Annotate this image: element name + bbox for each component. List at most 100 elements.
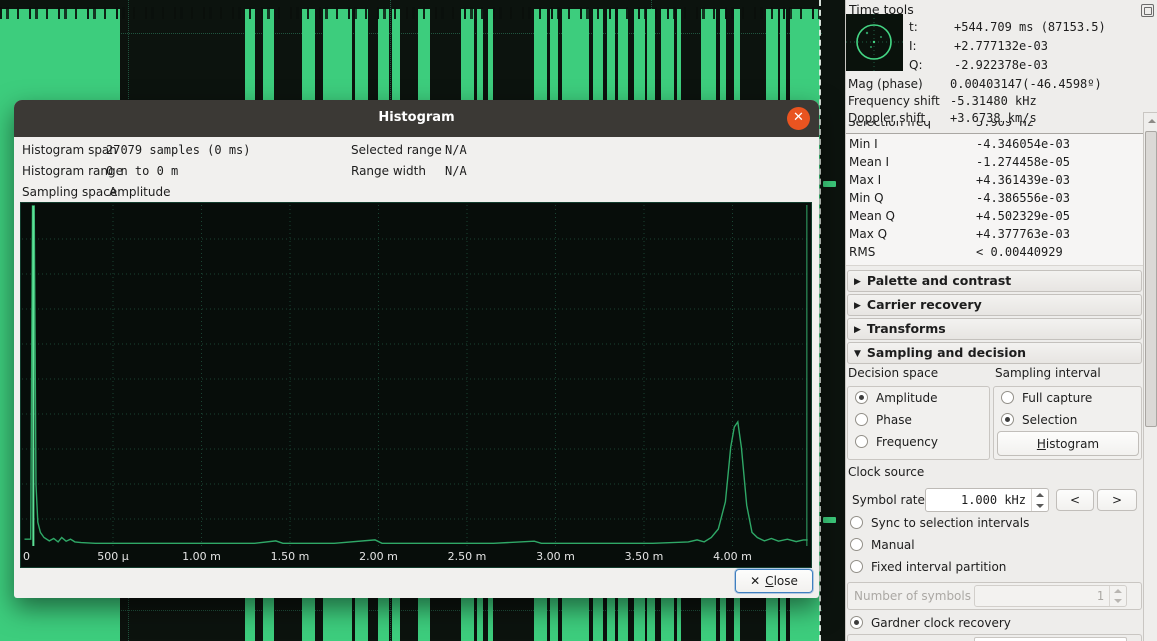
dialog-title: Histogram [14, 110, 819, 125]
sampling-space-value: Amplitude [109, 185, 171, 199]
section-carrier-recovery[interactable]: ▶ Carrier recovery [847, 294, 1142, 316]
selected-range-label: Selected range [351, 143, 442, 157]
histogram-span-label: Histogram span [22, 143, 117, 157]
section-sampling-and-decision[interactable]: ▼ Sampling and decision [847, 342, 1142, 364]
close-button[interactable]: ✕ Close [735, 569, 813, 593]
min-i-label: Min I [849, 137, 878, 151]
waveform-gridline [0, 33, 822, 34]
range-width-value: N/A [445, 164, 467, 178]
radio-label: Frequency [876, 435, 938, 449]
clock-source-label: Clock source [848, 465, 924, 479]
mean-q-value: +4.502329e-05 [976, 209, 1070, 223]
section-label: Sampling and decision [867, 345, 1026, 360]
x-tick-label: 3.50 m [614, 550, 674, 563]
min-q-value: -4.386556e-03 [976, 191, 1070, 205]
selection-marker [823, 181, 836, 187]
max-q-label: Max Q [849, 227, 887, 241]
section-label: Palette and contrast [867, 273, 1011, 288]
chevron-right-icon: ▶ [854, 301, 861, 311]
min-i-value: -4.346054e-03 [976, 137, 1070, 151]
t-label: t: [909, 20, 918, 34]
spinner-arrows[interactable] [1031, 489, 1048, 511]
selected-range-value: N/A [445, 143, 467, 157]
spin-down-icon [1032, 500, 1048, 511]
section-label: Transforms [867, 321, 946, 336]
scroll-up-icon[interactable] [1145, 114, 1157, 128]
radio-manual[interactable]: Manual [850, 538, 915, 556]
selection-freq-label: Selection freq [848, 121, 931, 129]
histogram-span-value: 27079 samples (0 ms) [106, 143, 251, 157]
histogram-dialog: Histogram ✕ Histogram span 27079 samples… [14, 100, 819, 598]
radio-selected-icon [855, 391, 868, 404]
section-label: Carrier recovery [867, 297, 982, 312]
x-tick-label: 1.00 m [172, 550, 232, 563]
dialog-titlebar[interactable]: Histogram ✕ [14, 100, 819, 137]
histogram-button[interactable]: Histogram [997, 431, 1139, 456]
mean-i-value: -1.274458e-05 [976, 155, 1070, 169]
chevron-down-icon: ▼ [854, 349, 861, 359]
radio-sync-selection-intervals[interactable]: Sync to selection intervals [850, 516, 1029, 534]
x-tick-label: 2.50 m [437, 550, 497, 563]
scrollbar-thumb[interactable] [1145, 131, 1157, 427]
max-i-label: Max I [849, 173, 881, 187]
range-width-label: Range width [351, 164, 426, 178]
decision-space-label: Decision space [848, 366, 938, 380]
radio-fixed-interval-partition[interactable]: Fixed interval partition [850, 560, 1006, 578]
x-tick-label: 4.00 m [703, 550, 763, 563]
radio-label: Amplitude [876, 391, 938, 405]
mean-i-label: Mean I [849, 155, 889, 169]
float-panel-icon[interactable] [1141, 4, 1154, 17]
histogram-plot[interactable]: 0500 µ1.00 m1.50 m2.00 m2.50 m3.00 m3.50… [20, 202, 812, 568]
mag-phase-label: Mag (phase) [848, 77, 923, 91]
close-x-icon: ✕ [750, 574, 760, 588]
radio-label: Full capture [1022, 391, 1092, 405]
t-value: +544.709 ms (87153.5) [954, 20, 1106, 34]
symbol-rate-prev-button[interactable]: < [1056, 489, 1094, 511]
x-tick-label: 500 µ [83, 550, 143, 563]
waveform-noise [0, 7, 822, 19]
mean-q-label: Mean Q [849, 209, 895, 223]
radio-amplitude[interactable]: Amplitude [855, 391, 938, 409]
radio-label: Selection [1022, 413, 1077, 427]
q-value: -2.922378e-03 [954, 58, 1048, 72]
max-i-value: +4.361439e-03 [976, 173, 1070, 187]
sampling-space-label: Sampling space [22, 185, 117, 199]
rms-label: RMS [849, 245, 875, 259]
i-label: I: [909, 39, 917, 53]
section-transforms[interactable]: ▶Transforms [847, 318, 1142, 340]
radio-label: Fixed interval partition [871, 560, 1006, 574]
section-palette-and-contrast[interactable]: ▶ Palette and contrast [847, 270, 1142, 292]
x-axis-ticks: 0500 µ1.00 m1.50 m2.00 m2.50 m3.00 m3.50… [21, 550, 811, 567]
radio-phase[interactable]: Phase [855, 413, 912, 431]
symbol-rate-spinbox[interactable]: 1.000 kHz [925, 488, 1049, 512]
frequency-shift-label: Frequency shift [848, 94, 940, 108]
number-of-symbols-label: Number of symbols [854, 589, 971, 603]
selection-cursor[interactable] [819, 0, 821, 641]
radio-full-capture[interactable]: Full capture [1001, 391, 1092, 409]
spinner-arrows [1109, 586, 1126, 606]
i-value: +2.777132e-03 [954, 39, 1048, 53]
number-of-symbols-value: 1 [1097, 589, 1104, 603]
sidebar-scrollbar[interactable] [1143, 112, 1157, 641]
close-icon[interactable]: ✕ [787, 107, 810, 130]
q-label: Q: [909, 58, 923, 72]
constellation-thumbnail[interactable] [846, 14, 903, 71]
x-tick-label: 3.00 m [526, 550, 586, 563]
number-of-symbols-spinbox[interactable]: 1 [974, 585, 1127, 607]
spin-down-icon [1110, 596, 1126, 606]
selection-freq-value: 5.909 Hz [976, 121, 1034, 129]
close-button-label: Close [765, 574, 798, 588]
radio-gardner-clock-recovery[interactable]: Gardner clock recovery [850, 616, 1011, 634]
radio-label: Gardner clock recovery [871, 616, 1011, 630]
spin-up-icon [1032, 489, 1048, 500]
symbol-rate-next-button[interactable]: > [1097, 489, 1137, 511]
histogram-curve [21, 203, 811, 567]
radio-icon [850, 560, 863, 573]
radio-selection[interactable]: Selection [1001, 413, 1077, 431]
radio-icon [850, 538, 863, 551]
radio-frequency[interactable]: Frequency [855, 435, 938, 453]
clipped-spinbox [974, 637, 1127, 641]
selection-marker [823, 517, 836, 523]
chevron-right-icon: ▶ [854, 277, 861, 287]
min-q-label: Min Q [849, 191, 884, 205]
